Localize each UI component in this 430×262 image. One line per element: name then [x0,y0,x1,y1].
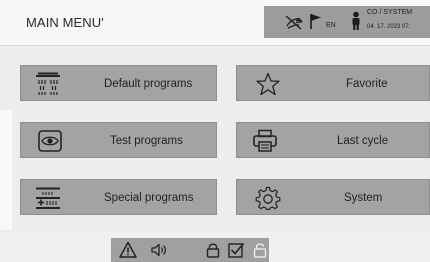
checkbox-icon[interactable] [227,241,245,259]
test-programs-button[interactable]: Test programs [20,122,217,158]
favorite-button[interactable]: Favorite [236,65,430,101]
eye-icon [38,130,62,152]
main-menu-screen: MAIN MENU' EN CO / SYSTEM 04. 17. 2023 0… [0,0,430,262]
user-label: CO / SYSTEM [367,9,413,16]
last-cycle-label: Last cycle [337,135,389,147]
default-programs-label: Default programs [104,78,193,90]
warning-icon[interactable] [119,241,137,259]
lock-icon[interactable] [204,241,222,259]
last-cycle-button[interactable]: Last cycle [236,122,430,158]
printer-icon [253,129,277,152]
page-title: MAIN MENU' [26,15,104,30]
system-button[interactable]: System [236,179,430,215]
special-program-icon [36,187,60,209]
speaker-icon[interactable] [150,241,168,259]
user-icon[interactable] [350,11,362,31]
datetime-label: 04. 17. 2023 07: [367,24,411,30]
system-label: System [344,192,383,204]
shower-icon [36,72,60,95]
side-strip [0,110,12,230]
special-programs-label: Special programs [104,192,194,204]
unlock-icon[interactable] [252,241,268,259]
favorite-label: Favorite [346,78,388,90]
language-label: EN [326,22,336,29]
header-bar: MAIN MENU' EN CO / SYSTEM 04. 17. 2023 0… [0,0,430,46]
star-icon [256,72,280,96]
footer-status-bar [111,238,269,262]
test-programs-label: Test programs [110,135,183,147]
special-programs-button[interactable]: Special programs [20,179,217,215]
flag-icon[interactable] [309,12,323,30]
default-programs-button[interactable]: Default programs [20,65,217,101]
no-touch-icon[interactable] [284,13,304,31]
gear-icon [255,186,281,210]
